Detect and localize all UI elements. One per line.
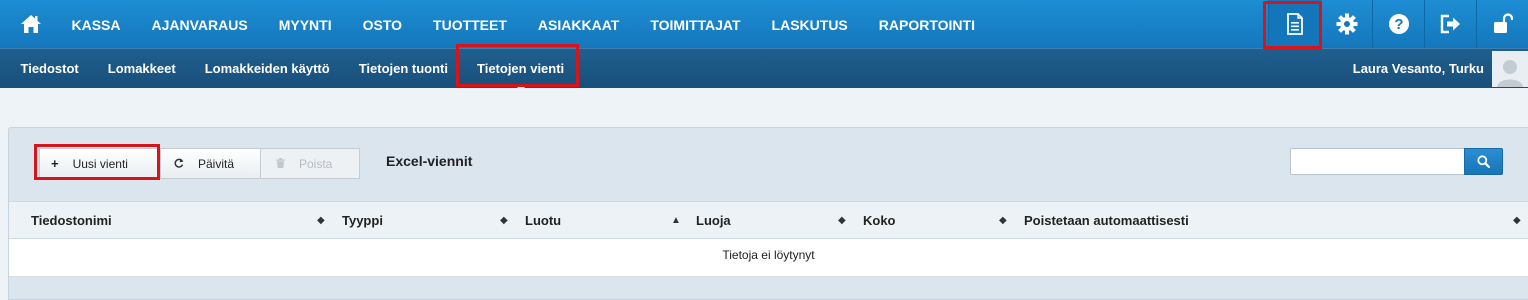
document-icon[interactable]	[1268, 0, 1320, 48]
refresh-label: Päivitä	[198, 156, 235, 171]
column-header-tyyppi[interactable]: Tyyppi	[342, 202, 383, 239]
column-header-luoja[interactable]: Luoja	[696, 202, 731, 239]
nav-myynti[interactable]: MYYNTI	[263, 0, 347, 48]
search-input[interactable]	[1290, 148, 1465, 175]
nav-raportointi[interactable]: RAPORTOINTI	[863, 0, 990, 48]
nav-toimittajat[interactable]: TOIMITTAJAT	[635, 0, 756, 48]
sort-icon[interactable]: ◆	[838, 202, 846, 239]
refresh-button[interactable]: Päivitä	[161, 148, 261, 179]
nav-laskutus[interactable]: LASKUTUS	[756, 0, 863, 48]
sort-icon[interactable]: ◆	[500, 202, 508, 239]
avatar[interactable]	[1492, 51, 1528, 87]
column-header-poistetaan[interactable]: Poistetaan automaattisesti	[1024, 202, 1189, 239]
panel-title: Excel-viennit	[386, 153, 473, 169]
new-export-label: Uusi vienti	[72, 156, 128, 171]
logout-icon[interactable]	[1424, 0, 1476, 48]
user-name[interactable]: Laura Vesanto, Turku	[1353, 49, 1484, 89]
panel-toolbar: + Uusi vienti Päivitä Poista Excel-vienn…	[9, 128, 1528, 200]
nav-asiakkaat[interactable]: ASIAKKAAT	[522, 0, 634, 48]
search-button[interactable]	[1464, 148, 1503, 175]
toolbar-icons: ?	[1268, 0, 1528, 48]
nav-osto[interactable]: OSTO	[347, 0, 417, 48]
top-navigation-bar: KASSA AJANVARAUS MYYNTI OSTO TUOTTEET AS…	[0, 0, 1528, 48]
nav-ajanvaraus[interactable]: AJANVARAUS	[136, 0, 263, 48]
tab-tietojen-tuonti[interactable]: Tietojen tuonti	[344, 49, 462, 89]
column-header-koko[interactable]: Koko	[863, 202, 896, 239]
plus-icon: +	[51, 156, 59, 171]
sort-icon[interactable]: ◆	[317, 202, 325, 239]
sort-ascending-icon[interactable]: ▲	[671, 202, 681, 239]
delete-label: Poista	[299, 156, 333, 171]
exports-panel: + Uusi vienti Päivitä Poista Excel-vienn…	[8, 127, 1528, 300]
nav-kassa[interactable]: KASSA	[56, 0, 136, 48]
column-header-luotu[interactable]: Luotu	[525, 202, 561, 239]
new-export-button[interactable]: + Uusi vienti	[39, 148, 161, 179]
delete-button[interactable]: Poista	[261, 148, 360, 179]
trash-icon	[276, 156, 285, 171]
action-buttons: + Uusi vienti Päivitä Poista	[39, 148, 360, 179]
empty-table-message: Tietoja ei löytynyt	[9, 239, 1528, 277]
help-icon[interactable]: ?	[1372, 0, 1424, 48]
sub-navigation-bar: Tiedostot Lomakkeet Lomakkeiden käyttö T…	[0, 48, 1528, 89]
gear-icon[interactable]	[1320, 0, 1372, 48]
tab-lomakkeet[interactable]: Lomakkeet	[93, 49, 190, 89]
table-header: Tiedostonimi ◆ Tyyppi ◆ Luotu ▲ Luoja ◆ …	[9, 201, 1528, 239]
sort-icon[interactable]: ◆	[1513, 202, 1521, 239]
tab-tiedostot[interactable]: Tiedostot	[6, 49, 93, 89]
sub-menu: Tiedostot Lomakkeet Lomakkeiden käyttö T…	[6, 49, 579, 89]
nav-tuotteet[interactable]: TUOTTEET	[418, 0, 523, 48]
home-icon[interactable]	[17, 11, 45, 37]
tab-tietojen-vienti[interactable]: Tietojen vienti	[463, 49, 579, 89]
unlock-icon[interactable]	[1476, 0, 1528, 48]
svg-text:?: ?	[1394, 16, 1403, 33]
refresh-icon	[174, 156, 184, 171]
column-header-tiedostonimi[interactable]: Tiedostonimi	[31, 202, 112, 239]
search-icon	[1477, 155, 1490, 168]
sort-icon[interactable]: ◆	[999, 202, 1007, 239]
tab-lomakkeiden-kaytto[interactable]: Lomakkeiden käyttö	[190, 49, 344, 89]
main-menu: KASSA AJANVARAUS MYYNTI OSTO TUOTTEET AS…	[56, 0, 990, 48]
